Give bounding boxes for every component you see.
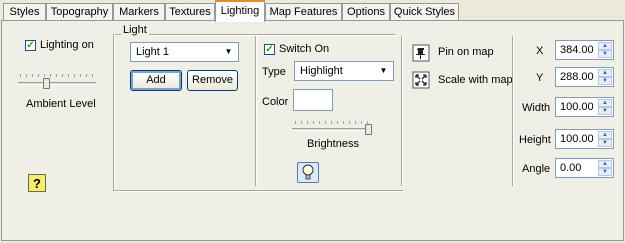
angle-label: Angle <box>522 163 551 175</box>
angle-field[interactable]: 0.00 ▲ ▼ <box>555 158 614 178</box>
lightbulb-icon <box>302 164 314 180</box>
pin-on-map-label: Pin on map <box>438 46 494 58</box>
add-button[interactable]: Add <box>130 70 182 91</box>
spin-down-icon[interactable]: ▼ <box>598 168 612 176</box>
light-group-bottom <box>113 190 403 192</box>
tab-map-features[interactable]: Map Features <box>265 3 342 20</box>
height-value: 100.00 <box>560 133 594 145</box>
height-label: Height <box>519 134 551 146</box>
ambient-slider[interactable] <box>18 82 96 85</box>
ambient-level-label: Ambient Level <box>26 98 96 110</box>
switch-on-checkbox[interactable]: ✓ <box>264 44 275 55</box>
y-value: 288.00 <box>560 71 594 83</box>
angle-value: 0.00 <box>560 162 582 174</box>
help-button[interactable]: ? <box>28 174 46 192</box>
lighting-on-checkbox[interactable]: ✓ <box>25 40 36 51</box>
chevron-down-icon: ▼ <box>376 63 391 79</box>
height-field[interactable]: 100.00 ▲ ▼ <box>555 129 614 149</box>
ambient-ticks <box>20 74 94 77</box>
type-select[interactable]: Highlight ▼ <box>294 61 394 81</box>
pin-button[interactable] <box>412 44 430 62</box>
tab-quick-styles[interactable]: Quick Styles <box>390 3 459 20</box>
type-select-value: Highlight <box>300 65 343 77</box>
width-value: 100.00 <box>560 101 594 113</box>
svg-text:?: ? <box>33 176 41 191</box>
chevron-down-icon: ▼ <box>221 44 236 60</box>
tab-styles[interactable]: Styles <box>3 3 46 20</box>
tab-bar: Styles Topography Markers Textures Light… <box>0 0 625 22</box>
light-select[interactable]: Light 1 ▼ <box>130 42 239 62</box>
scale-button[interactable] <box>412 71 430 89</box>
tab-lighting[interactable]: Lighting <box>215 0 265 22</box>
spin-up-icon[interactable]: ▲ <box>598 69 612 77</box>
brightness-slider[interactable] <box>292 128 370 131</box>
spin-up-icon[interactable]: ▲ <box>598 42 612 50</box>
remove-button[interactable]: Remove <box>187 70 238 91</box>
scale-icon <box>412 71 430 89</box>
light-divider-3 <box>512 36 514 186</box>
x-field[interactable]: 384.00 ▲ ▼ <box>555 40 614 60</box>
tab-markers[interactable]: Markers <box>113 3 165 20</box>
tab-options[interactable]: Options <box>342 3 390 20</box>
spin-down-icon[interactable]: ▼ <box>598 107 612 115</box>
spin-up-icon[interactable]: ▲ <box>598 160 612 168</box>
spin-up-icon[interactable]: ▲ <box>598 131 612 139</box>
x-label: X <box>536 45 544 57</box>
tab-textures[interactable]: Textures <box>165 3 215 20</box>
bulb-button[interactable] <box>297 162 319 183</box>
color-label: Color <box>262 96 289 108</box>
y-field[interactable]: 288.00 ▲ ▼ <box>555 67 614 87</box>
switch-on-label: Switch On <box>279 43 330 55</box>
brightness-ticks <box>295 121 369 124</box>
brightness-slider-thumb[interactable] <box>365 124 372 135</box>
light-divider-1 <box>255 36 257 186</box>
y-label: Y <box>536 72 544 84</box>
brightness-label: Brightness <box>307 138 359 150</box>
scale-with-map-label: Scale with map <box>438 74 513 86</box>
width-field[interactable]: 100.00 ▲ ▼ <box>555 97 614 117</box>
tab-topography[interactable]: Topography <box>46 3 113 20</box>
light-group-label: Light <box>121 24 149 36</box>
width-label: Width <box>522 102 551 114</box>
spin-down-icon[interactable]: ▼ <box>598 139 612 147</box>
pin-icon <box>412 44 430 62</box>
type-label: Type <box>262 66 286 78</box>
light-group-left <box>113 34 115 191</box>
spin-down-icon[interactable]: ▼ <box>598 50 612 58</box>
spin-down-icon[interactable]: ▼ <box>598 77 612 85</box>
light-select-value: Light 1 <box>136 46 170 58</box>
ambient-slider-thumb[interactable] <box>43 78 50 89</box>
lighting-on-label: Lighting on <box>40 39 94 51</box>
question-mark-icon: ? <box>33 176 41 191</box>
x-value: 384.00 <box>560 44 594 56</box>
color-swatch[interactable] <box>293 89 333 111</box>
spin-up-icon[interactable]: ▲ <box>598 99 612 107</box>
light-divider-2 <box>401 36 403 186</box>
